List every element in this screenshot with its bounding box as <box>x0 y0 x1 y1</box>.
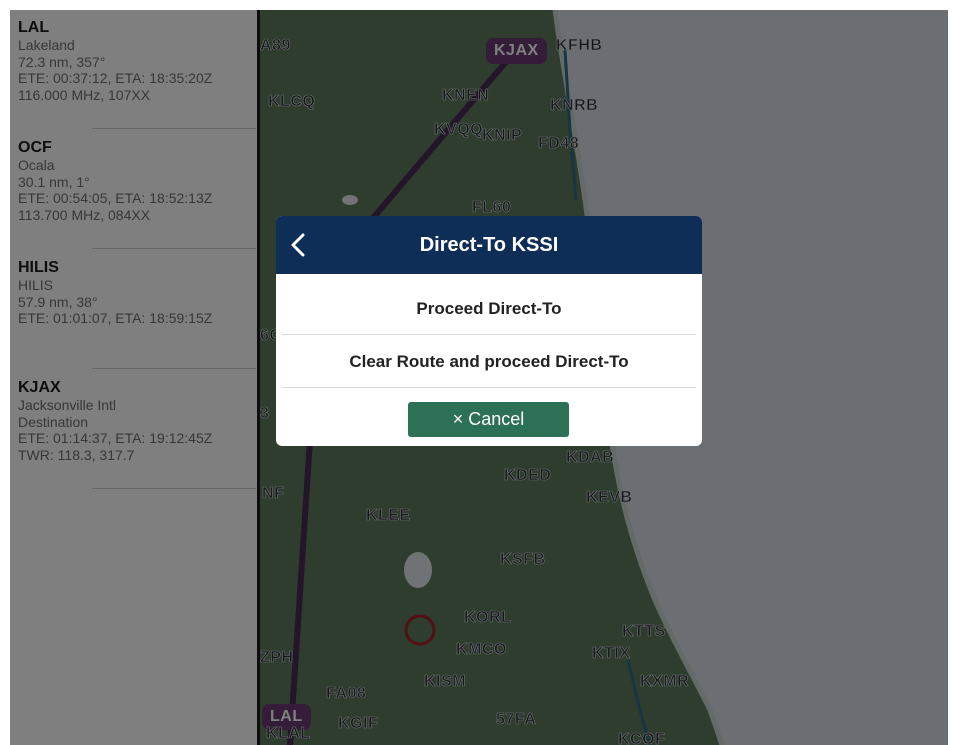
dialog-title: Direct-To KSSI <box>419 234 559 256</box>
clear-route-direct-to-button[interactable]: Clear Route and proceed Direct-To <box>276 352 702 372</box>
cancel-button[interactable]: × Cancel <box>408 402 569 437</box>
divider <box>282 387 696 388</box>
divider <box>282 334 696 335</box>
chevron-left-icon[interactable] <box>286 230 310 260</box>
proceed-direct-to-button[interactable]: Proceed Direct-To <box>276 299 702 319</box>
app-frame: A89 KJAX KFHB KLCQ KNEN KNRB KVQQ KNIP F… <box>0 0 958 745</box>
direct-to-dialog: Direct-To KSSI Proceed Direct-To Clear R… <box>276 216 702 446</box>
dialog-header: Direct-To KSSI <box>276 216 702 274</box>
